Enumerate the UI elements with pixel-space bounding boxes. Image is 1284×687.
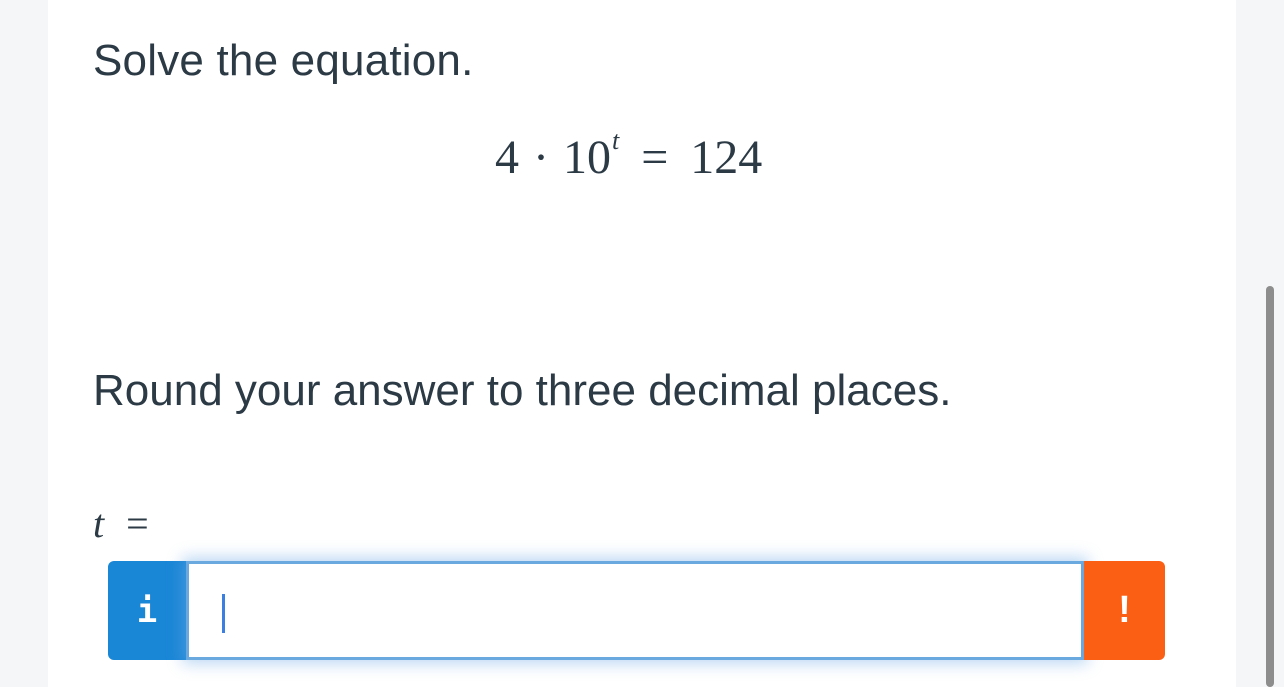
- rounding-instruction: Round your answer to three decimal place…: [93, 366, 952, 415]
- answer-variable-label: t =: [93, 500, 149, 547]
- equation-base: 10: [562, 131, 611, 184]
- info-icon: i: [136, 590, 158, 631]
- variable-name: t: [93, 501, 105, 546]
- variable-equals: =: [126, 501, 149, 546]
- scrollbar-thumb[interactable]: [1266, 286, 1274, 687]
- equation-operator: ·: [533, 131, 549, 184]
- alert-button[interactable]: !: [1084, 561, 1165, 660]
- answer-input[interactable]: [186, 561, 1084, 660]
- info-button[interactable]: i: [108, 561, 186, 660]
- exclamation-icon: !: [1118, 589, 1131, 631]
- question-prompt: Solve the equation.: [93, 36, 474, 85]
- equation: 4 · 10t = 124: [495, 126, 763, 185]
- equation-rhs: 124: [690, 131, 763, 184]
- text-caret: [222, 594, 225, 633]
- equation-exponent: t: [611, 126, 620, 155]
- equation-equals: =: [641, 131, 669, 184]
- equation-coefficient: 4: [495, 131, 519, 184]
- answer-row: i !: [108, 561, 1165, 660]
